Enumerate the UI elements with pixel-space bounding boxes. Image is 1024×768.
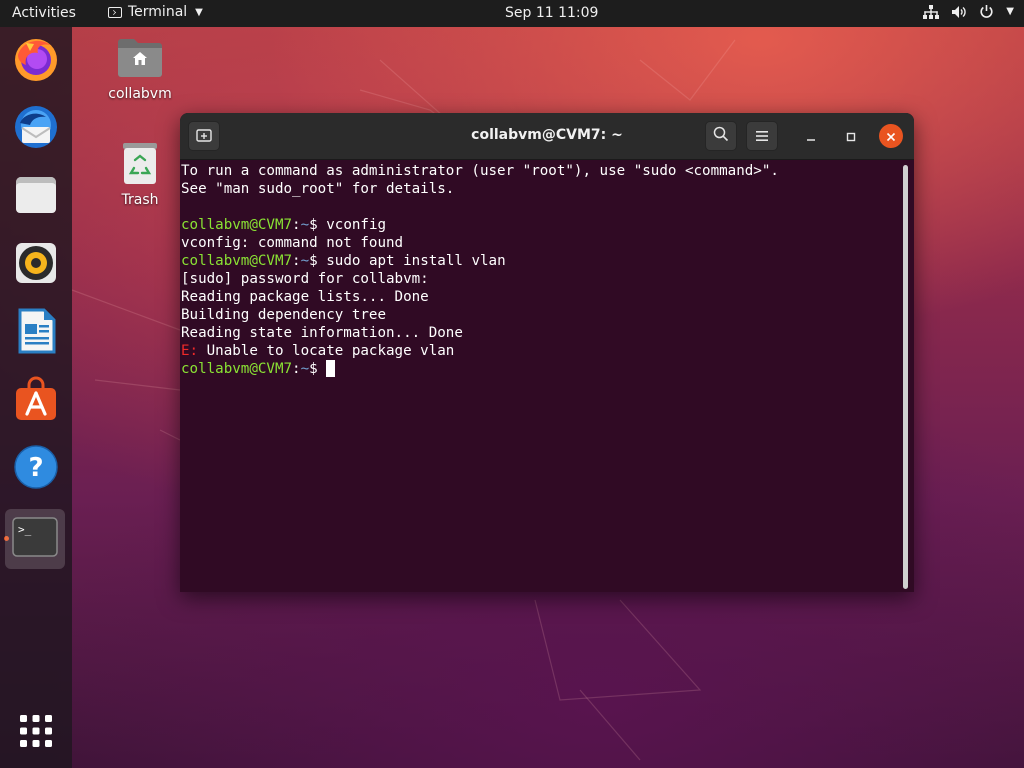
dock-item-files[interactable] (8, 169, 64, 225)
terminal-output-line: Building dependency tree (181, 306, 904, 324)
prompt-user-host: collabvm@CVM7 (181, 217, 293, 233)
maximize-icon (846, 127, 856, 146)
terminal-output-line: [sudo] password for collabvm: (181, 270, 904, 288)
prompt-separator: : (292, 217, 301, 233)
output-text: [sudo] password for collabvm: (181, 271, 429, 287)
desktop-home-folder[interactable]: collabvm (100, 36, 180, 102)
terminal-header-bar[interactable]: collabvm@CVM7: ~ (180, 113, 914, 160)
hamburger-menu-icon (755, 127, 769, 146)
terminal-output-line: To run a command as administrator (user … (181, 162, 904, 180)
writer-document-icon (14, 308, 58, 358)
power-icon (979, 4, 994, 19)
dock-item-ubuntu-software[interactable] (8, 373, 64, 429)
terminal-output-line: Reading state information... Done (181, 324, 904, 342)
terminal-output-line: See "man sudo_root" for details. (181, 180, 904, 198)
chevron-down-icon: ▼ (195, 6, 203, 18)
output-text: See "man sudo_root" for details. (181, 181, 455, 197)
command-text: vconfig (326, 217, 387, 233)
show-applications-button[interactable] (8, 705, 64, 761)
terminal-output-line: Reading package lists... Done (181, 288, 904, 306)
dock: ? >_ (0, 27, 72, 768)
app-grid-icon (19, 714, 53, 752)
app-menu[interactable]: Terminal ▼ (108, 4, 203, 20)
prompt-symbol: $ (309, 253, 327, 269)
desktop-trash[interactable]: Trash (100, 140, 180, 208)
desktop-icon-label: collabvm (108, 86, 172, 102)
text-cursor (326, 360, 336, 377)
svg-text:?: ? (28, 453, 43, 483)
system-tray[interactable]: ▼ (923, 4, 1014, 19)
close-button[interactable] (879, 124, 903, 148)
terminal-icon (108, 6, 122, 18)
terminal-output[interactable]: To run a command as administrator (user … (180, 160, 904, 592)
terminal-scrollbar[interactable] (903, 165, 908, 589)
terminal-icon: >_ (12, 517, 58, 561)
prompt-path: ~ (300, 253, 310, 269)
help-icon: ? (13, 444, 59, 494)
terminal-window[interactable]: collabvm@CVM7: ~ To run a command as adm… (180, 113, 914, 592)
hamburger-menu-button[interactable] (746, 121, 778, 151)
prompt-user-host: collabvm@CVM7 (181, 253, 293, 269)
error-text: Unable to locate package vlan (198, 343, 455, 359)
terminal-error-line: E: Unable to locate package vlan (181, 342, 904, 360)
maximize-button[interactable] (839, 124, 863, 148)
minimize-button[interactable] (799, 124, 823, 148)
dock-item-firefox[interactable] (8, 33, 64, 89)
home-folder-icon (116, 39, 164, 84)
new-tab-button[interactable] (188, 121, 220, 151)
search-icon (713, 126, 729, 146)
chevron-down-icon: ▼ (1006, 6, 1014, 17)
terminal-output-line: vconfig: command not found (181, 234, 904, 252)
new-tab-icon (196, 127, 212, 146)
dock-item-help[interactable]: ? (8, 441, 64, 497)
command-text: sudo apt install vlan (326, 253, 506, 269)
output-text: To run a command as administrator (user … (181, 163, 779, 179)
clock[interactable]: Sep 11 11:09 (505, 5, 598, 21)
terminal-prompt-line: collabvm@CVM7:~$ sudo apt install vlan (181, 252, 904, 270)
dock-item-terminal[interactable]: >_ (5, 509, 65, 569)
trash-icon (120, 143, 160, 190)
activities-button[interactable]: Activities (12, 5, 76, 21)
prompt-separator: : (292, 361, 301, 377)
terminal-prompt-line: collabvm@CVM7:~$ (181, 360, 904, 378)
output-text: Reading state information... Done (181, 325, 463, 341)
desktop-icon-label: Trash (121, 192, 159, 208)
app-menu-label: Terminal (128, 4, 188, 20)
minimize-icon (806, 127, 816, 146)
output-text: Reading package lists... Done (181, 289, 429, 305)
volume-icon (951, 5, 967, 19)
dock-item-libreoffice-writer[interactable] (8, 305, 64, 361)
prompt-user-host: collabvm@CVM7 (181, 361, 293, 377)
software-store-icon (13, 376, 59, 426)
files-icon (13, 172, 59, 222)
error-prefix: E: (181, 343, 199, 359)
thunderbird-icon (12, 103, 60, 155)
close-icon (886, 127, 896, 146)
rhythmbox-icon (13, 240, 59, 290)
output-text: vconfig: command not found (181, 235, 404, 251)
prompt-separator: : (292, 253, 301, 269)
terminal-prompt-line: collabvm@CVM7:~$ vconfig (181, 216, 904, 234)
svg-text:>_: >_ (18, 523, 32, 536)
top-bar: Activities Terminal ▼ Sep 11 11:09 ▼ (0, 0, 1024, 27)
dock-item-rhythmbox[interactable] (8, 237, 64, 293)
prompt-symbol: $ (309, 217, 327, 233)
search-button[interactable] (705, 121, 737, 151)
dock-item-thunderbird[interactable] (8, 101, 64, 157)
prompt-symbol: $ (309, 361, 327, 377)
prompt-path: ~ (300, 217, 310, 233)
prompt-path: ~ (300, 361, 310, 377)
network-icon (923, 4, 940, 19)
firefox-icon (12, 35, 60, 87)
output-text: Building dependency tree (181, 307, 386, 323)
